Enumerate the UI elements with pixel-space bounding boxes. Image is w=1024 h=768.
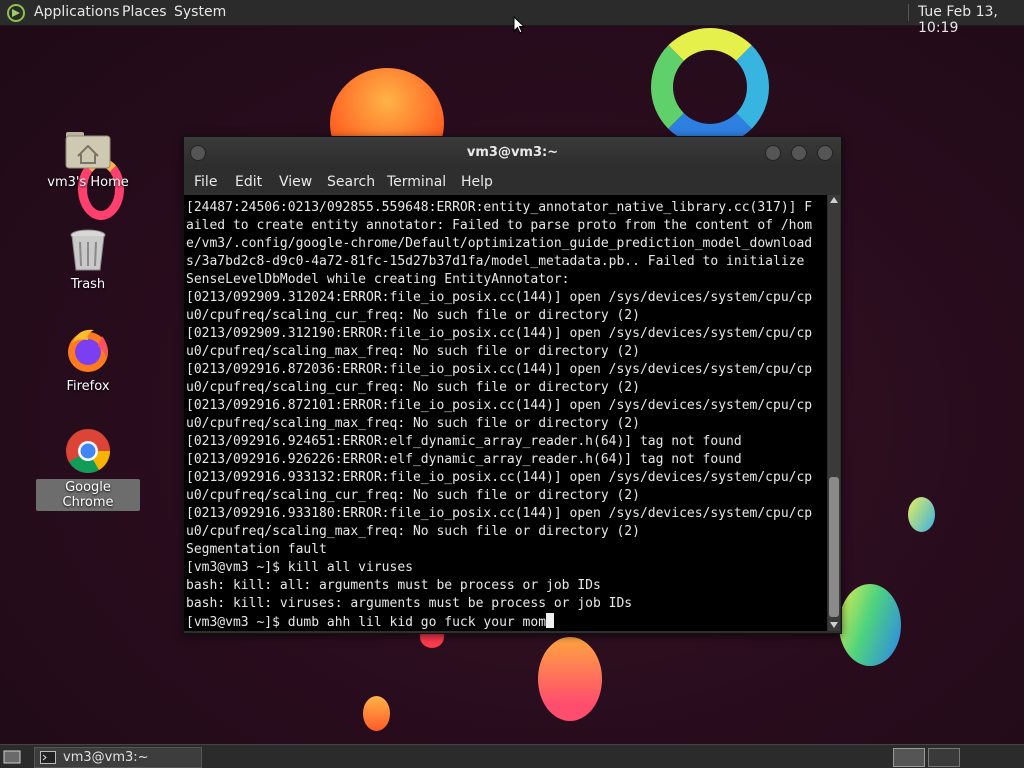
chrome-label: Google Chrome: [36, 479, 140, 511]
bottom-panel: vm3@vm3:~: [0, 744, 1024, 768]
terminal-line: [0213/092916.933132:ERROR:file_io_posix.…: [186, 470, 813, 485]
terminal-line: u0/cpufreq/scaling_max_freq: No such fil…: [186, 416, 640, 431]
terminal-titlebar[interactable]: vm3@vm3:~: [184, 137, 841, 169]
terminal-scrollbar[interactable]: [828, 195, 840, 631]
terminal-line: [0213/092909.312024:ERROR:file_io_posix.…: [186, 290, 813, 305]
terminal-title: vm3@vm3:~: [466, 145, 559, 160]
terminal-menubar: File Edit View Search Terminal Help: [184, 169, 841, 195]
terminal-icon: [40, 751, 56, 764]
menu-view[interactable]: View: [279, 174, 312, 190]
text-cursor: [546, 613, 555, 628]
firefox-label: Firefox: [66, 379, 110, 394]
firefox-icon: [68, 329, 108, 372]
mouse-pointer-icon: [513, 16, 525, 34]
terminal-line: u0/cpufreq/scaling_cur_freq: No such fil…: [186, 308, 640, 323]
menu-terminal[interactable]: Terminal: [387, 174, 446, 190]
chrome-icon: [66, 429, 110, 473]
terminal-text: [24487:24506:0213/092855.559648:ERROR:en…: [186, 199, 812, 631]
terminal-line: [24487:24506:0213/092855.559648:ERROR:en…: [186, 200, 813, 215]
close-button[interactable]: [817, 145, 833, 161]
terminal-line: bash: kill: all: arguments must be proce…: [186, 578, 601, 593]
terminal-line: u0/cpufreq/scaling_max_freq: No such fil…: [186, 344, 640, 359]
terminal-prompt: [vm3@vm3 ~]$: [186, 615, 288, 630]
terminal-line: [0213/092916.872101:ERROR:file_io_posix.…: [186, 398, 813, 413]
terminal-output[interactable]: [24487:24506:0213/092855.559648:ERROR:en…: [184, 195, 827, 631]
top-panel: Applications Places System Tue Feb 13, 1…: [0, 0, 1024, 36]
terminal-line: e/vm3/.config/google-chrome/Default/opti…: [186, 236, 813, 251]
terminal-line: u0/cpufreq/scaling_max_freq: No such fil…: [186, 524, 640, 539]
trash-desktop-icon[interactable]: Trash: [36, 228, 140, 293]
taskbar-terminal-button[interactable]: vm3@vm3:~: [34, 747, 202, 768]
places-menu[interactable]: Places: [122, 4, 167, 20]
terminal-line: Segmentation fault: [186, 542, 327, 557]
wallpaper-pink-oval: [538, 637, 602, 721]
panel-separator: [908, 4, 909, 21]
terminal-line: [0213/092909.312190:ERROR:file_io_posix.…: [186, 326, 813, 341]
terminal-line: [0213/092916.933180:ERROR:file_io_posix.…: [186, 506, 813, 521]
workspace-1-button[interactable]: [893, 748, 925, 767]
terminal-input[interactable]: dumb ahh lil kid go fuck your mom: [288, 615, 546, 630]
trash-label: Trash: [70, 277, 106, 292]
wallpaper-blue-oval: [908, 497, 935, 532]
home-label: vm3's Home: [47, 175, 129, 190]
system-menu[interactable]: System: [174, 4, 226, 20]
terminal-line: [0213/092916.872036:ERROR:file_io_posix.…: [186, 362, 813, 377]
terminal-line: [0213/092916.926226:ERROR:elf_dynamic_ar…: [186, 452, 742, 467]
chrome-desktop-icon[interactable]: Google Chrome: [36, 427, 140, 511]
menu-search[interactable]: Search: [327, 174, 375, 190]
terminal-line: [vm3@vm3 ~]$ kill all viruses: [186, 560, 413, 575]
terminal-line: SenseLevelDbModel while creating EntityA…: [186, 272, 570, 287]
home-folder-icon: [65, 132, 111, 169]
desktop: Applications Places System Tue Feb 13, 1…: [0, 0, 1024, 768]
clock[interactable]: Tue Feb 13, 10:19: [918, 4, 1024, 36]
terminal-line: u0/cpufreq/scaling_cur_freq: No such fil…: [186, 488, 640, 503]
trash-icon: [70, 229, 106, 271]
scrollbar-thumb[interactable]: [829, 477, 839, 617]
maximize-button[interactable]: [791, 145, 807, 161]
terminal-line: u0/cpufreq/scaling_cur_freq: No such fil…: [186, 380, 640, 395]
terminal-prompt-line[interactable]: [vm3@vm3 ~]$ dumb ahh lil kid go fuck yo…: [186, 613, 812, 631]
show-desktop-icon[interactable]: [3, 749, 21, 765]
distro-logo-icon[interactable]: [6, 3, 26, 23]
wallpaper-small-orange-oval: [363, 696, 390, 731]
terminal-line: [0213/092916.924651:ERROR:elf_dynamic_ar…: [186, 434, 742, 449]
terminal-line: bash: kill: viruses: arguments must be p…: [186, 596, 633, 611]
terminal-line: s/3a7bd2c8-d9c0-4a72-81fc-15d27b37d1fa/m…: [186, 254, 805, 269]
terminal-line: ailed to create entity annotator: Failed…: [186, 218, 813, 233]
menu-help[interactable]: Help: [461, 174, 493, 190]
menu-file[interactable]: File: [194, 174, 217, 190]
wallpaper-ring: [651, 28, 769, 146]
minimize-button[interactable]: [765, 145, 781, 161]
wallpaper-green-oval: [839, 584, 901, 666]
applications-menu[interactable]: Applications: [34, 4, 120, 20]
home-desktop-icon[interactable]: vm3's Home: [36, 128, 140, 191]
firefox-desktop-icon[interactable]: Firefox: [36, 326, 140, 395]
workspace-2-button[interactable]: [928, 748, 960, 767]
scroll-down-arrow-icon[interactable]: [830, 622, 838, 628]
taskbar-window-label: vm3@vm3:~: [63, 750, 149, 765]
menu-edit[interactable]: Edit: [235, 174, 262, 190]
terminal-window[interactable]: vm3@vm3:~ File Edit View Search Terminal…: [183, 136, 842, 634]
scroll-up-arrow-icon[interactable]: [830, 197, 838, 203]
